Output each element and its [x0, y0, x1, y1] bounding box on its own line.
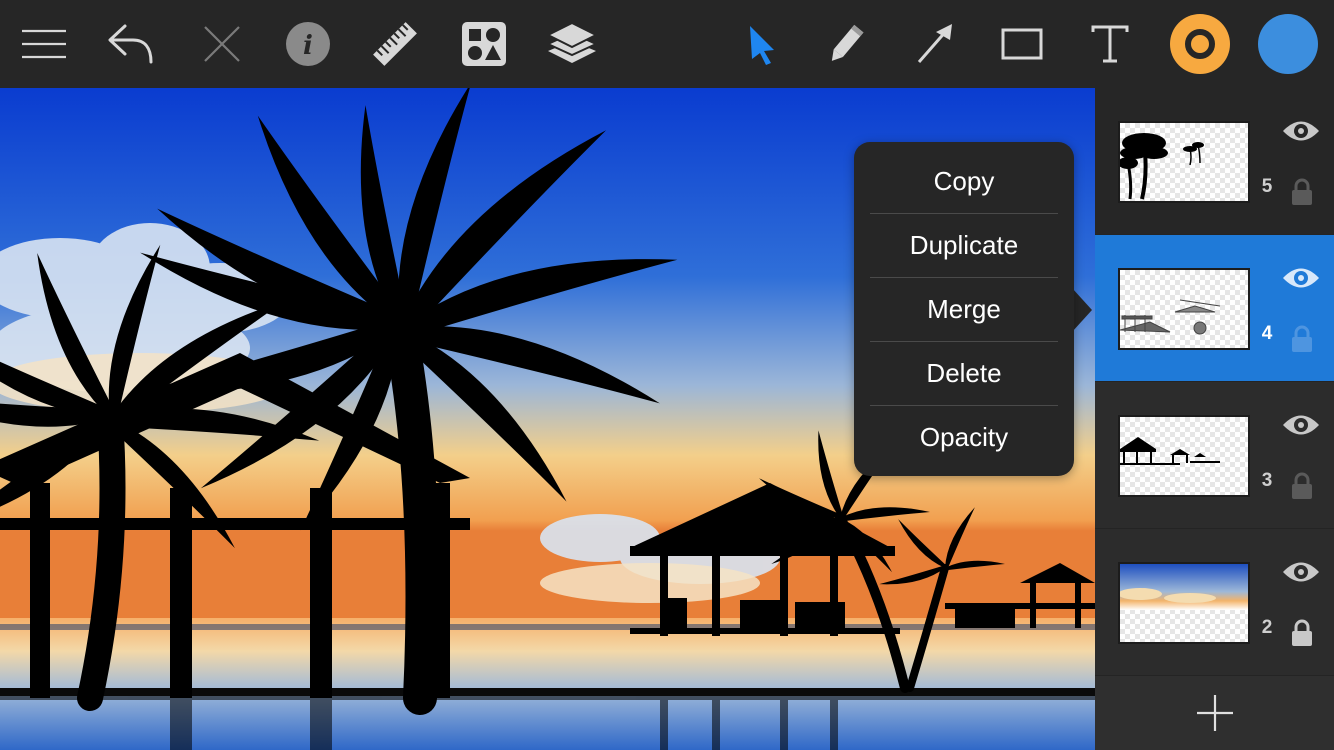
layer-number: 2 [1261, 617, 1273, 638]
layer-thumbnail[interactable] [1118, 415, 1250, 497]
ruler-icon [373, 22, 417, 66]
layer-context-menu: Copy Duplicate Merge Delete Opacity [854, 142, 1074, 476]
delete-button[interactable] [192, 0, 252, 88]
fill-color-icon [1258, 14, 1318, 74]
undo-icon [108, 24, 153, 64]
layer-number: 5 [1261, 176, 1273, 197]
layers-button[interactable] [540, 0, 604, 88]
menu-item-copy[interactable]: Copy [870, 150, 1058, 213]
arrow-tool-button[interactable] [906, 0, 962, 88]
layer-number: 4 [1261, 323, 1273, 344]
rectangle-icon [1001, 28, 1043, 60]
layer-thumbnail-image [1120, 437, 1220, 465]
toolbar: i [0, 0, 1334, 88]
text-tool-button[interactable] [1082, 0, 1138, 88]
rectangle-tool-button[interactable] [994, 0, 1050, 88]
info-icon: i [286, 22, 330, 66]
lock-icon[interactable] [1291, 178, 1313, 206]
ruler-button[interactable] [364, 0, 426, 88]
lock-icon[interactable] [1291, 472, 1313, 500]
layer-thumbnail-image [1120, 133, 1204, 200]
visibility-eye-icon[interactable] [1281, 263, 1321, 293]
pencil-icon [831, 24, 864, 61]
visibility-eye-icon[interactable] [1281, 410, 1321, 440]
stroke-color-button[interactable] [1168, 0, 1232, 88]
info-button[interactable]: i [278, 0, 338, 88]
layer-thumbnail[interactable] [1118, 268, 1250, 350]
close-icon [204, 26, 240, 62]
select-arrow-icon [750, 26, 774, 65]
layer-row[interactable]: 2 [1095, 529, 1334, 676]
layers-icon [546, 21, 598, 63]
undo-button[interactable] [100, 0, 160, 88]
layer-thumbnail-image [1120, 299, 1221, 335]
layer-row[interactable]: 3 [1095, 382, 1334, 529]
stroke-color-icon [1170, 14, 1230, 74]
pencil-tool-button[interactable] [818, 0, 874, 88]
layer-row-selected[interactable]: 4 [1095, 235, 1334, 382]
menu-icon [22, 29, 66, 59]
shapes-button[interactable] [454, 0, 514, 88]
arrow-tool-icon [917, 24, 952, 63]
select-tool-button[interactable] [732, 0, 788, 88]
visibility-eye-icon[interactable] [1281, 557, 1321, 587]
lock-icon[interactable] [1291, 619, 1313, 647]
menu-button[interactable] [14, 0, 74, 88]
layer-thumbnail[interactable] [1118, 121, 1250, 203]
add-layer-button[interactable] [1095, 676, 1334, 750]
svg-text:i: i [303, 31, 313, 61]
shapes-icon [462, 22, 506, 66]
visibility-eye-icon[interactable] [1281, 116, 1321, 146]
plus-icon [1196, 695, 1233, 731]
layers-panel: 5 4 3 2 [1095, 88, 1334, 750]
layer-thumbnail-image [1120, 564, 1248, 610]
lock-icon[interactable] [1291, 325, 1313, 353]
layer-row[interactable]: 5 [1095, 88, 1334, 235]
fill-color-button[interactable] [1256, 0, 1320, 88]
menu-item-merge[interactable]: Merge [870, 278, 1058, 341]
layer-thumbnail[interactable] [1118, 562, 1250, 644]
context-menu-pointer [1072, 288, 1092, 332]
text-tool-icon [1091, 25, 1129, 63]
menu-item-delete[interactable]: Delete [870, 342, 1058, 405]
menu-item-opacity[interactable]: Opacity [870, 406, 1058, 469]
layer-number: 3 [1261, 470, 1273, 491]
menu-item-duplicate[interactable]: Duplicate [870, 214, 1058, 277]
